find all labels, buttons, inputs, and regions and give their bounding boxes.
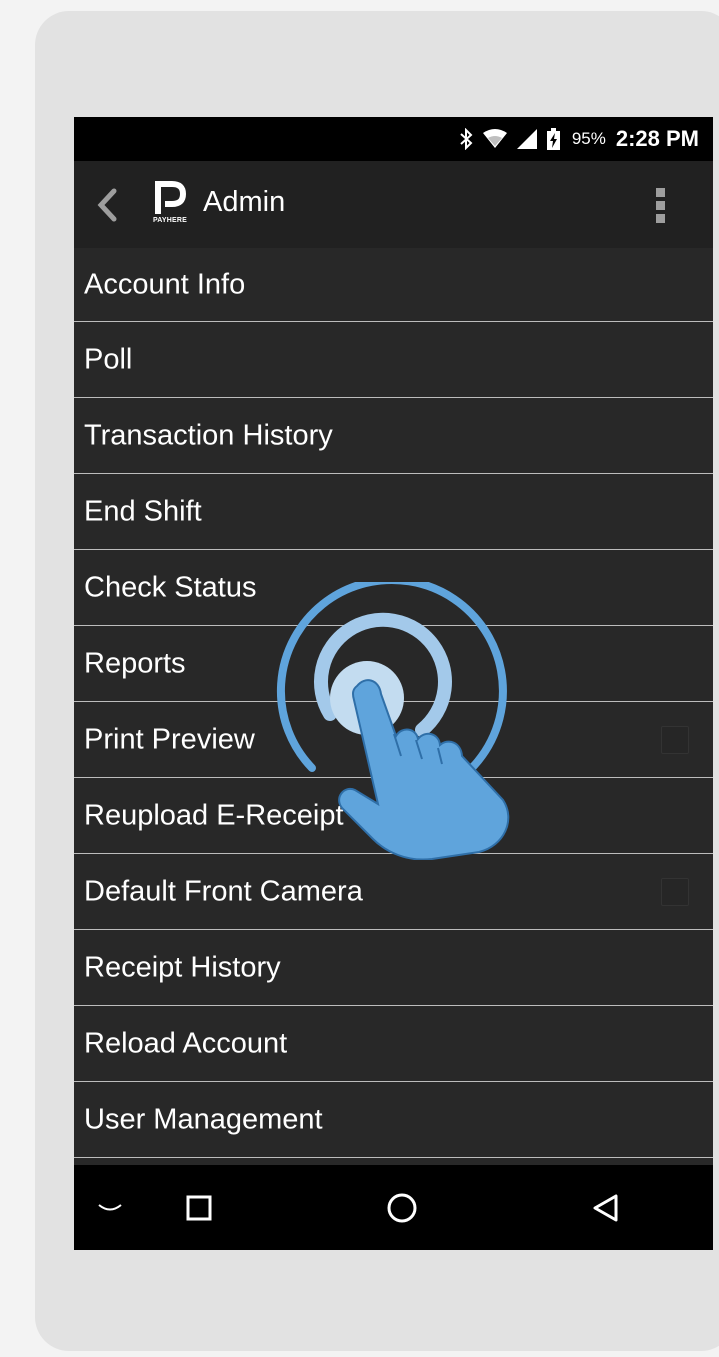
battery-charging-icon (546, 128, 560, 150)
default-front-camera-checkbox[interactable] (661, 877, 689, 906)
menu-item-end-shift[interactable]: End Shift (74, 474, 713, 550)
payhere-logo-icon (155, 181, 187, 214)
status-bar: 95% 2:28 PM (74, 117, 713, 161)
menu-item-label: Transaction History (84, 419, 333, 451)
menu-item-transaction-history[interactable]: Transaction History (74, 398, 713, 474)
cell-signal-icon (516, 129, 537, 149)
menu-item-user-management[interactable]: User Management (74, 1082, 713, 1158)
back-arrow-icon[interactable] (96, 188, 118, 222)
hide-keyboard-icon (98, 1203, 122, 1210)
hide-keyboard-button[interactable] (84, 1165, 136, 1250)
tap-gesture-overlay (276, 582, 510, 860)
bluetooth-icon (460, 128, 473, 150)
menu-item-label: Receipt History (84, 951, 281, 983)
menu-item-account-info[interactable]: Account Info (74, 248, 713, 322)
menu-item-label: Reload Account (84, 1027, 288, 1059)
menu-item-label: Poll (84, 343, 133, 375)
menu-item-label: User Management (84, 1103, 323, 1135)
system-nav-bar (74, 1165, 713, 1250)
back-button[interactable] (580, 1165, 630, 1250)
menu-item-reload-account[interactable]: Reload Account (74, 1006, 713, 1082)
recents-square-icon (186, 1195, 212, 1220)
menu-item-label: Reports (84, 647, 186, 679)
status-clock: 2:28 PM (615, 126, 699, 151)
logo-text: PAYHERE (152, 217, 188, 224)
menu-item-label: Default Front Camera (84, 875, 363, 907)
recents-button[interactable] (174, 1165, 224, 1250)
menu-item-label: Print Preview (84, 723, 255, 755)
menu-item-receipt-history[interactable]: Receipt History (74, 930, 713, 1006)
payhere-logo: PAYHERE (150, 180, 190, 230)
overflow-menu-icon[interactable] (655, 187, 667, 223)
home-circle-icon (387, 1193, 417, 1222)
action-bar: PAYHERE Admin (74, 161, 713, 248)
menu-item-label: Check Status (84, 571, 257, 603)
menu-item-label: Account Info (84, 268, 246, 300)
menu-item-label: End Shift (84, 495, 202, 527)
menu-item-poll[interactable]: Poll (74, 322, 713, 398)
menu-item-default-front-camera[interactable]: Default Front Camera (74, 854, 713, 930)
back-triangle-icon (593, 1194, 618, 1221)
page-title: Admin (203, 186, 286, 218)
battery-percentage: 95% (571, 129, 606, 148)
home-button[interactable] (377, 1165, 427, 1250)
wifi-icon (482, 129, 507, 148)
pointing-hand-icon (338, 679, 510, 860)
print-preview-checkbox[interactable] (661, 725, 689, 754)
